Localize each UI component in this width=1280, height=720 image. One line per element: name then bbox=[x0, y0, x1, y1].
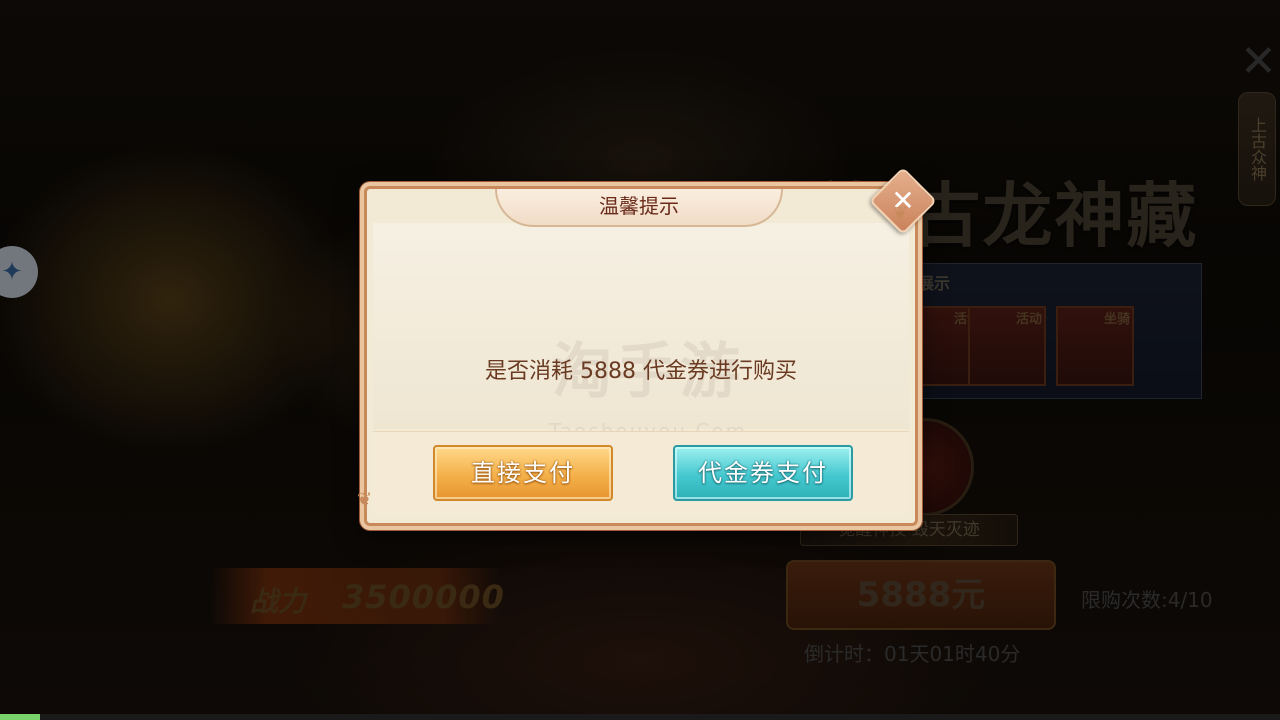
bottom-bar bbox=[0, 714, 1280, 720]
dialog-title: 温馨提示 bbox=[495, 189, 783, 227]
coupon-pay-button[interactable]: 代金券支付 bbox=[673, 445, 853, 501]
corner-ornament-icon: ❦ bbox=[893, 203, 909, 224]
direct-pay-button[interactable]: 直接支付 bbox=[433, 445, 613, 501]
dialog-message: 是否消耗 5888 代金券进行购买 bbox=[485, 359, 797, 384]
confirm-dialog: 淘手游 Taoshouyou.Com 是否消耗 5888 代金券进行购买 温馨提… bbox=[357, 167, 937, 526]
dialog-body: 淘手游 Taoshouyou.Com 是否消耗 5888 代金券进行购买 bbox=[373, 223, 909, 443]
bottom-accent bbox=[0, 714, 40, 720]
corner-ornament-icon: ❦ bbox=[357, 489, 373, 510]
